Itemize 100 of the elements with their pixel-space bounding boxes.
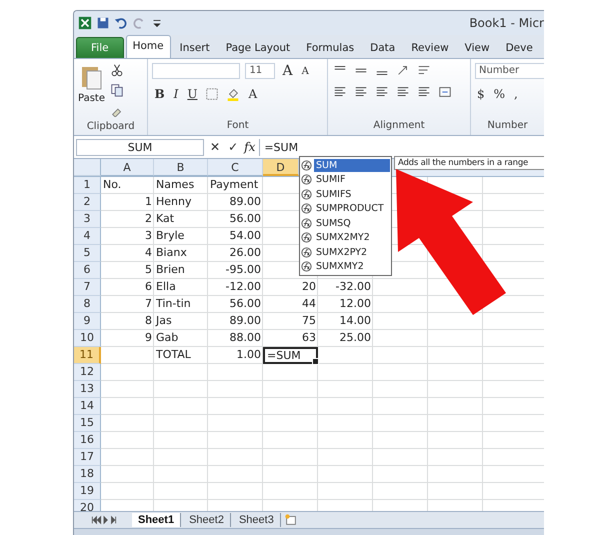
number-format-field[interactable]: Number <box>475 63 544 79</box>
row-header[interactable]: 14 <box>74 398 101 415</box>
function-suggestion[interactable]: SUMX2MY2 <box>301 230 390 245</box>
table-cell-text: -32.00 <box>334 279 372 295</box>
column-header[interactable]: A <box>101 159 154 176</box>
group-label: Alignment <box>372 120 426 133</box>
function-suggestion[interactable]: SUMPRODUCT <box>301 202 390 216</box>
font-color-button[interactable]: A <box>246 87 260 101</box>
row-header[interactable]: 9 <box>74 313 101 330</box>
row-header[interactable]: 7 <box>74 279 101 296</box>
shrink-font-button[interactable]: A <box>300 66 311 76</box>
ribbon-tab[interactable]: Review <box>404 37 456 58</box>
table-cell-text: 8 <box>144 313 153 329</box>
copy-icon[interactable] <box>109 83 125 97</box>
row-header[interactable]: 16 <box>74 432 101 449</box>
group-label: Font <box>226 120 250 133</box>
align-icon[interactable] <box>374 85 390 99</box>
row-header[interactable]: 20 <box>74 500 101 511</box>
group-label: Clipboard <box>86 121 136 134</box>
table-cell-text: 4 <box>144 245 153 261</box>
table-cell-text: Names <box>155 177 196 193</box>
number-format-button[interactable]: % <box>492 87 508 101</box>
ribbon-tab[interactable]: Deve <box>498 37 540 58</box>
table-cell-text: 56.00 <box>228 296 262 312</box>
ribbon-tab[interactable]: Insert <box>172 37 217 58</box>
column-header[interactable]: D <box>263 159 299 176</box>
window-title: Book1 - Micr <box>469 16 544 30</box>
enter-button[interactable]: ✓ <box>226 140 240 154</box>
table-cell-text: 7 <box>144 296 153 312</box>
font-style-button[interactable]: I <box>172 87 180 101</box>
row-header[interactable]: 5 <box>74 245 101 262</box>
name-box[interactable]: SUM <box>76 138 204 156</box>
table-cell-text: 25.00 <box>338 330 372 346</box>
file-tab[interactable]: File <box>76 37 124 58</box>
font-style-button[interactable]: B <box>152 87 167 101</box>
function-suggestion[interactable]: SUMIF <box>301 172 390 187</box>
align-icon[interactable] <box>332 85 348 99</box>
row-header[interactable]: 15 <box>74 415 101 432</box>
number-format-button[interactable]: $ <box>475 87 487 101</box>
row-header[interactable]: 2 <box>74 194 101 211</box>
ribbon-tab[interactable]: Home <box>126 35 171 58</box>
number-format-button[interactable]: , <box>512 87 520 101</box>
table-cell-text: Kat <box>155 211 176 227</box>
table-cell-text: No. <box>102 177 122 193</box>
ribbon-tab[interactable]: Data <box>363 37 402 58</box>
row-header[interactable]: 18 <box>74 466 101 483</box>
row-header[interactable]: 10 <box>74 330 101 347</box>
fill-color-icon[interactable] <box>225 87 242 101</box>
table-cell-text: Gab <box>155 330 180 346</box>
function-suggestion[interactable]: SUMSQ <box>301 216 390 230</box>
borders-icon[interactable] <box>204 87 220 101</box>
insert-sheet-icon[interactable] <box>282 513 299 527</box>
table-cell-text: 12.00 <box>338 296 372 312</box>
table-cell-text: 2 <box>144 211 153 227</box>
insert-function-button[interactable]: fx <box>244 140 256 154</box>
save-icon[interactable] <box>96 16 110 30</box>
table-cell-text: 89.00 <box>228 313 262 329</box>
table-cell-text: 75 <box>301 313 317 329</box>
row-header[interactable]: 6 <box>74 262 101 279</box>
font-name-field[interactable] <box>152 63 240 79</box>
excel-logo-icon[interactable] <box>78 16 92 30</box>
row-header[interactable]: 19 <box>74 483 101 500</box>
ribbon-tab[interactable]: Page Layout <box>218 37 298 58</box>
wrap-text-icon[interactable] <box>416 63 432 77</box>
table-cell-text: -95.00 <box>224 262 262 278</box>
sheet-tab[interactable]: Sheet2 <box>183 513 231 527</box>
table-cell-text: 44 <box>301 296 317 312</box>
row-header[interactable]: 17 <box>74 449 101 466</box>
row-header[interactable]: 11 <box>74 347 101 364</box>
align-icon[interactable] <box>353 85 370 99</box>
column-header[interactable]: B <box>154 159 208 176</box>
undo-icon[interactable] <box>114 16 128 30</box>
table-cell-text: 1.00 <box>236 347 262 363</box>
font-size-field[interactable]: 11 <box>245 63 276 79</box>
align-icon[interactable] <box>416 85 432 99</box>
row-header[interactable]: 13 <box>74 381 101 398</box>
row-header[interactable]: 8 <box>74 296 101 313</box>
function-suggestion[interactable]: SUMX2PY2 <box>301 245 390 260</box>
function-suggestion[interactable]: SUMIFS <box>301 187 390 202</box>
row-header[interactable]: 3 <box>74 211 101 228</box>
table-cell-text: TOTAL <box>155 347 192 363</box>
ribbon-tab[interactable]: View <box>458 37 497 58</box>
table-cell-text: 26.00 <box>228 245 262 261</box>
grow-font-button[interactable]: A <box>280 63 295 79</box>
align-icon[interactable] <box>395 85 412 99</box>
sheet-tab[interactable]: Sheet3 <box>232 513 281 527</box>
function-suggestion[interactable]: SUMXMY2 <box>301 260 390 274</box>
column-header[interactable]: C <box>208 159 263 176</box>
font-style-button[interactable]: U <box>185 87 200 101</box>
row-header[interactable]: 1 <box>74 177 101 194</box>
merge-icon[interactable] <box>437 85 454 99</box>
ribbon-tab[interactable]: Formulas <box>299 37 362 58</box>
active-cell[interactable]: =SUM <box>263 347 318 364</box>
paste-button[interactable]: Paste <box>78 63 105 117</box>
table-cell-text: Bianx <box>155 245 188 261</box>
cancel-button[interactable]: ✕ <box>208 140 222 154</box>
row-header[interactable]: 4 <box>74 228 101 245</box>
row-header[interactable]: 12 <box>74 364 101 381</box>
scissors-icon[interactable] <box>109 63 125 77</box>
sheet-tab[interactable]: Sheet1 <box>132 513 182 527</box>
